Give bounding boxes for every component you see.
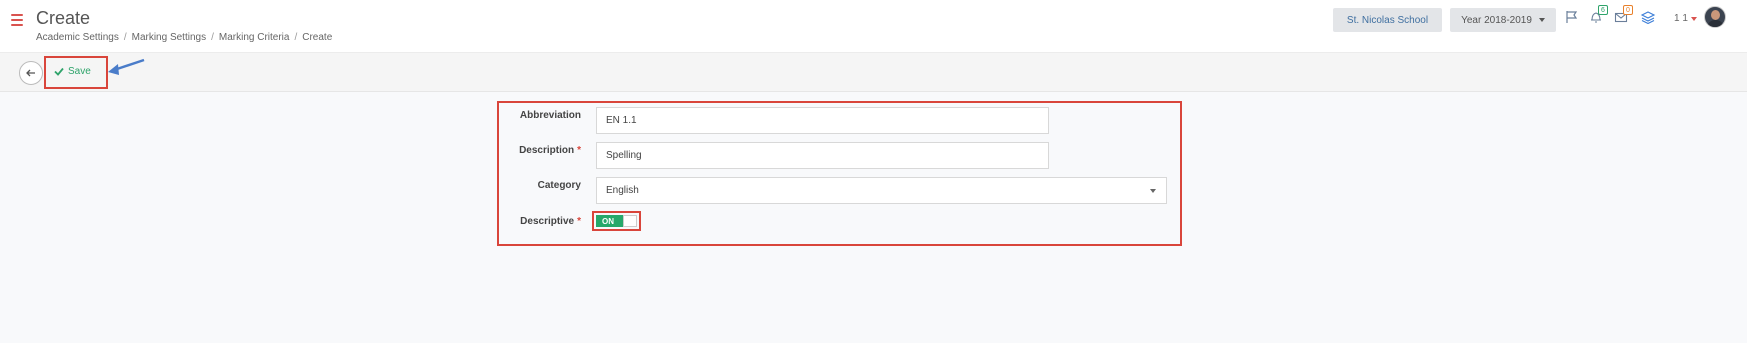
- action-toolbar: Save: [0, 53, 1747, 92]
- back-button[interactable]: [19, 61, 43, 85]
- user-menu[interactable]: 1 1: [1674, 13, 1697, 24]
- breadcrumb-marking-settings[interactable]: Marking Settings: [132, 32, 206, 43]
- breadcrumb: Academic Settings / Marking Settings / M…: [36, 32, 332, 43]
- breadcrumb-academic-settings[interactable]: Academic Settings: [36, 32, 119, 43]
- year-selector[interactable]: Year 2018-2019: [1450, 8, 1556, 32]
- breadcrumb-separator: /: [211, 32, 214, 43]
- descriptive-toggle[interactable]: ON: [596, 215, 637, 227]
- arrow-left-icon: [26, 69, 35, 77]
- envelope-icon[interactable]: 0: [1614, 5, 1633, 29]
- descriptive-toggle-highlight: ON: [592, 211, 641, 231]
- flag-icon[interactable]: [1565, 10, 1579, 29]
- category-value: English: [606, 185, 639, 196]
- avatar[interactable]: [1704, 6, 1726, 28]
- bell-icon[interactable]: 6: [1589, 5, 1608, 29]
- toggle-knob: [623, 215, 637, 227]
- abbreviation-field[interactable]: EN 1.1: [596, 107, 1049, 134]
- save-highlight: Save: [44, 56, 108, 89]
- user-name: 1 1: [1674, 13, 1688, 24]
- description-label: Description *: [519, 145, 581, 156]
- category-label: Category: [537, 180, 581, 191]
- menu-icon[interactable]: [11, 14, 23, 26]
- annotation-arrow-icon: [108, 58, 145, 75]
- notification-badge: 6: [1598, 5, 1608, 15]
- save-button[interactable]: Save: [54, 66, 91, 77]
- chevron-down-icon: [1690, 16, 1697, 21]
- check-icon: [54, 67, 64, 76]
- top-header: Create Academic Settings / Marking Setti…: [0, 0, 1747, 53]
- save-label: Save: [68, 66, 91, 77]
- marking-criteria-form: Abbreviation EN 1.1 Description * Spellin…: [497, 101, 1182, 246]
- breadcrumb-separator: /: [294, 32, 298, 43]
- descriptive-label: Descriptive *: [520, 216, 581, 227]
- breadcrumb-marking-criteria[interactable]: Marking Criteria: [219, 32, 290, 43]
- year-label: Year 2018-2019: [1461, 14, 1532, 26]
- school-selector[interactable]: St. Nicolas School: [1333, 8, 1442, 32]
- page-title: Create: [36, 8, 91, 28]
- message-badge: 0: [1623, 5, 1633, 15]
- chevron-down-icon: [1150, 188, 1156, 193]
- toggle-state: ON: [602, 216, 614, 226]
- breadcrumb-create: Create: [302, 32, 333, 43]
- layers-icon[interactable]: [1640, 10, 1656, 29]
- description-field[interactable]: Spelling: [596, 142, 1049, 169]
- category-select[interactable]: English: [596, 177, 1167, 204]
- breadcrumb-separator: /: [123, 32, 127, 43]
- chevron-down-icon: [1538, 18, 1545, 22]
- abbreviation-label: Abbreviation: [519, 110, 581, 121]
